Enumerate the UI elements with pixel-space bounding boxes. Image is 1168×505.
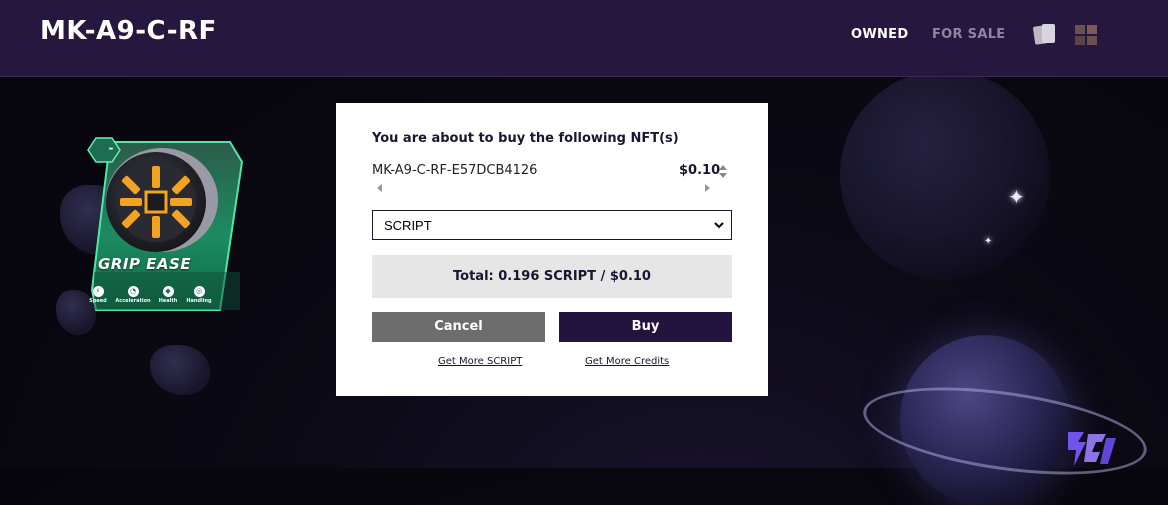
stat-label: Speed xyxy=(89,298,107,304)
get-more-credits-link[interactable]: Get More Credits xyxy=(585,356,669,367)
steering-wheel-icon: ◎ xyxy=(193,286,205,297)
grid-view-icon[interactable] xyxy=(1073,22,1101,46)
cards-view-icon[interactable] xyxy=(1032,22,1058,46)
card-level-badge: - xyxy=(108,141,114,155)
stat-label: Handling xyxy=(186,298,212,304)
brand-logo-icon xyxy=(1068,432,1116,466)
price-up-icon[interactable] xyxy=(719,165,727,170)
currency-select[interactable]: SCRIPT xyxy=(372,210,732,240)
chevron-down-icon xyxy=(714,222,724,229)
buy-button[interactable]: Buy xyxy=(559,312,732,342)
get-more-script-link[interactable]: Get More SCRIPT xyxy=(438,356,522,367)
gauge-icon: ◔ xyxy=(127,286,139,297)
stat-acceleration: ◔ Acceleration xyxy=(113,278,153,304)
scroll-left-icon[interactable] xyxy=(377,184,382,192)
tab-for-sale[interactable]: FOR SALE xyxy=(932,27,1005,42)
top-header: MK-A9-C-RF OWNED FOR SALE xyxy=(0,0,1168,77)
cancel-button[interactable]: Cancel xyxy=(372,312,545,342)
purchase-dialog: You are about to buy the following NFT(s… xyxy=(336,103,768,396)
currency-selected-value: SCRIPT xyxy=(384,218,432,233)
tab-owned[interactable]: OWNED xyxy=(851,27,908,42)
background-planet xyxy=(840,70,1050,280)
nft-id: MK-A9-C-RF-E57DCB4126 xyxy=(372,163,538,178)
page-title: MK-A9-C-RF xyxy=(40,16,217,46)
background-asteroid xyxy=(150,345,210,395)
scroll-right-icon[interactable] xyxy=(705,184,710,192)
stat-speed: ⚡ Speed xyxy=(78,278,118,304)
background-star: ✦ xyxy=(1008,185,1025,209)
order-total: Total: 0.196 SCRIPT / $0.10 xyxy=(372,255,732,298)
shield-icon: ◆ xyxy=(162,286,174,297)
price-down-icon[interactable] xyxy=(719,173,727,178)
background-star: ✦ xyxy=(984,236,993,247)
stat-label: Acceleration xyxy=(115,298,151,304)
dialog-heading: You are about to buy the following NFT(s… xyxy=(372,131,679,146)
nft-price: $0.10 xyxy=(679,163,721,178)
lightning-icon: ⚡ xyxy=(92,286,104,297)
card-name: GRIP EASE xyxy=(98,255,192,273)
stat-handling: ◎ Handling xyxy=(179,278,219,304)
